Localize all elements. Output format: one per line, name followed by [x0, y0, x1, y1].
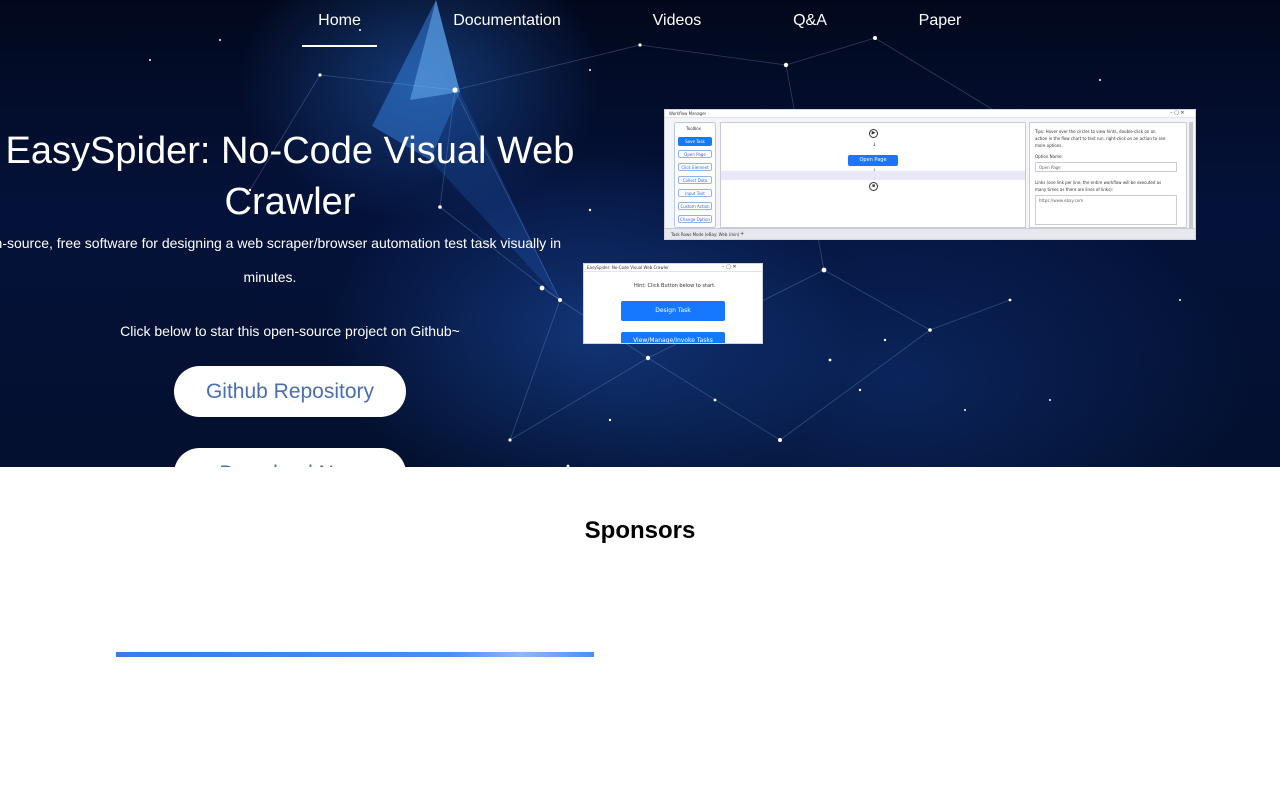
stop-icon[interactable]: ■	[869, 182, 878, 191]
scrollbar[interactable]	[1189, 122, 1193, 228]
download-now-button[interactable]: Download Now	[174, 448, 406, 467]
window-title: Workflow Manager	[669, 111, 707, 116]
toolbox-save-task[interactable]: Save Task	[678, 137, 712, 146]
sponsor-banner[interactable]	[116, 652, 594, 657]
browser-tab-label[interactable]: Task Rows Mode (eBay: Web Unin)	[671, 232, 739, 237]
flow-drop-zone[interactable]	[721, 171, 1025, 180]
nav-paper[interactable]: Paper	[905, 0, 975, 47]
launcher-window-title: EasySpider: No-Code Visual Web Crawler	[587, 265, 669, 270]
option-name-input[interactable]: Open Page	[1035, 162, 1177, 172]
browser-tab-bar: Task Rows Mode (eBay: Web Unin) +	[665, 228, 1195, 239]
tips-line-1: Tips: Hover over the circles to view hin…	[1035, 129, 1156, 134]
workflow-manager-screenshot: Workflow Manager – ▢ ✕ Toolbox Save Task…	[664, 109, 1196, 240]
play-icon[interactable]: ▶	[869, 129, 878, 138]
hero-title: EasySpider: No-Code Visual Web Crawler	[5, 130, 575, 223]
github-repository-button[interactable]: Github Repository	[174, 366, 406, 417]
nav-home[interactable]: Home	[302, 0, 377, 47]
toolbox-title: Toolbox	[686, 126, 701, 131]
options-panel: Tips: Hover over the circles to view hin…	[1029, 122, 1187, 228]
option-name-label: Option Name:	[1035, 154, 1063, 159]
toolbox-click-element[interactable]: Click Element	[678, 163, 712, 171]
toolbox-collect-data[interactable]: Collect Data	[678, 176, 712, 184]
option-name-value: Open Page	[1039, 165, 1061, 170]
nav-documentation[interactable]: Documentation	[438, 0, 576, 47]
hero-subtitle: pen-source, free software for designing …	[0, 235, 562, 285]
new-tab-icon[interactable]: +	[740, 231, 744, 237]
toolbox-custom-action[interactable]: Custom Action	[678, 202, 712, 210]
links-line-1: Links (one link per line, the entire wor…	[1035, 180, 1162, 185]
view-manage-invoke-button[interactable]: View/Manage/Invoke Tasks	[621, 332, 725, 343]
hero-section: Home Documentation Videos Q&A Paper Easy…	[0, 0, 1280, 467]
sponsors-title: Sponsors	[584, 517, 696, 544]
toolbox-input-text[interactable]: Input Text	[678, 189, 712, 197]
flow-chart-area: ▶ ↓ Open Page ↓ ■	[720, 122, 1026, 228]
toolbox-change-option[interactable]: Change Option	[678, 215, 712, 223]
launcher-titlebar: EasySpider: No-Code Visual Web Crawler –…	[584, 264, 762, 272]
toolbox-panel: Toolbox Save Task Open Page Click Elemen…	[674, 122, 716, 228]
flow-node-open-page[interactable]: Open Page	[848, 155, 898, 166]
links-line-2: many times as there are lines of links):	[1035, 187, 1114, 192]
nav-videos[interactable]: Videos	[638, 0, 716, 47]
launcher-hint: Hint: Click Button below to start.	[634, 283, 716, 289]
tips-line-3: more options.	[1035, 143, 1063, 148]
nav-qa[interactable]: Q&A	[778, 0, 842, 47]
flow-arrow-icon: ↓	[872, 142, 877, 148]
window-controls-icon: – ▢ ✕	[1170, 110, 1185, 116]
link-value: https://www.ebay.com	[1039, 198, 1084, 203]
top-nav: Home Documentation Videos Q&A Paper	[0, 0, 1280, 50]
design-task-button[interactable]: Design Task	[621, 301, 725, 321]
tips-line-2: action in the flow chart to test run, ri…	[1035, 136, 1166, 141]
launcher-screenshot: EasySpider: No-Code Visual Web Crawler –…	[583, 263, 763, 344]
toolbox-open-page[interactable]: Open Page	[678, 150, 712, 158]
launcher-window-controls-icon: – ▢ ✕	[722, 264, 737, 270]
window-titlebar: Workflow Manager – ▢ ✕	[665, 110, 1195, 118]
links-textarea[interactable]: https://www.ebay.com	[1035, 195, 1177, 225]
hero-star-text: Click below to star this open-source pro…	[120, 323, 460, 339]
